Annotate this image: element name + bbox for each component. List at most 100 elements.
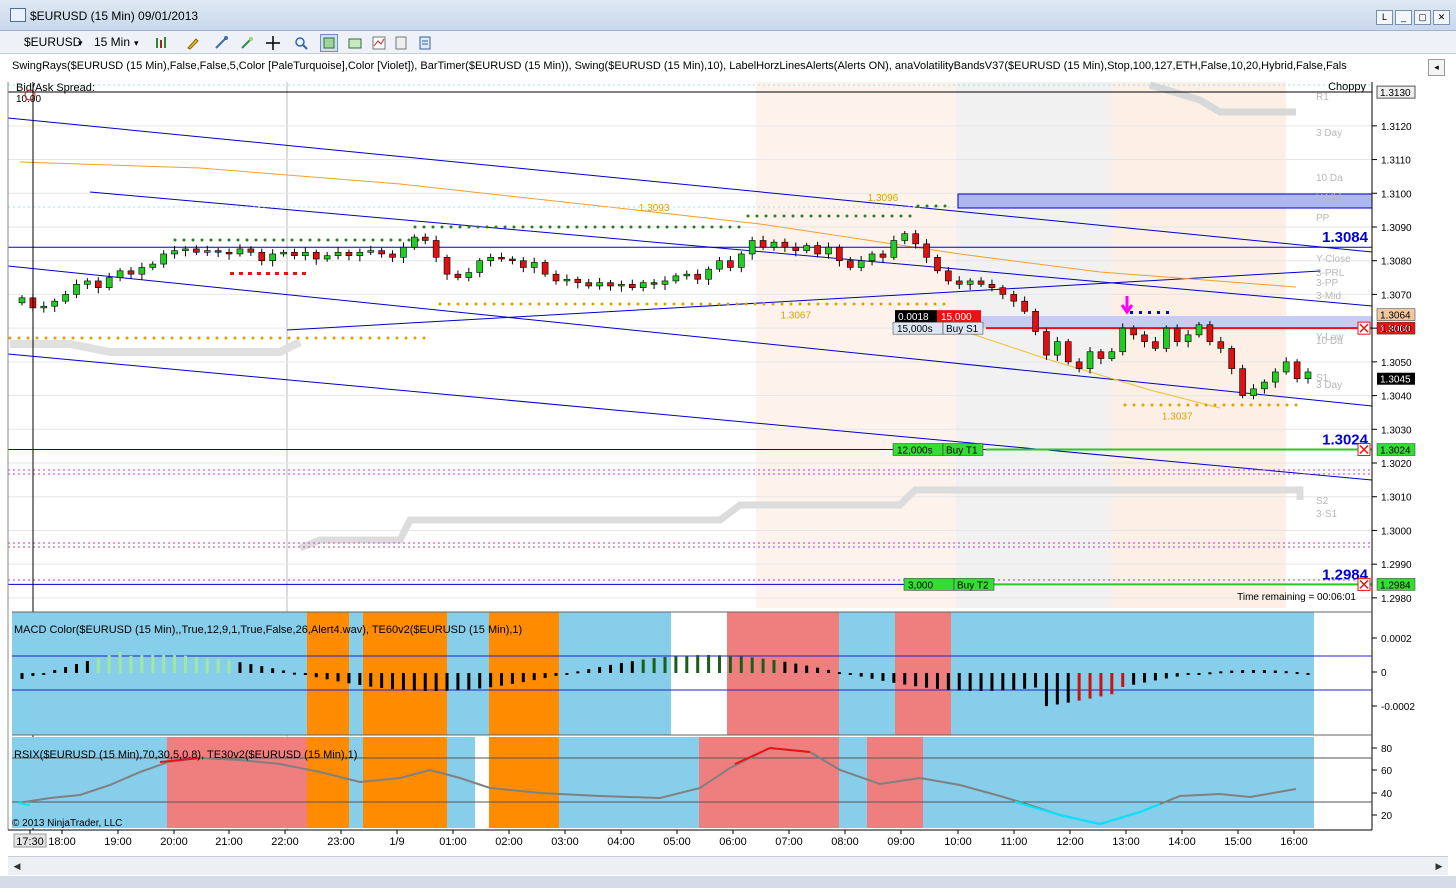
macd-bar bbox=[957, 673, 961, 691]
time-tick-label: 04:00 bbox=[607, 836, 635, 848]
macd-bar bbox=[489, 673, 493, 688]
macd-bar bbox=[1284, 671, 1288, 674]
swing-dot bbox=[422, 336, 426, 340]
macd-bar bbox=[728, 655, 732, 673]
macd-bar bbox=[1262, 670, 1266, 673]
candle-body bbox=[116, 270, 124, 278]
candle-body bbox=[552, 273, 560, 282]
macd-bar bbox=[391, 673, 395, 690]
macd-bar bbox=[42, 673, 46, 675]
candle-body bbox=[94, 280, 102, 288]
swing-dot bbox=[602, 225, 606, 229]
macd-bar bbox=[914, 673, 918, 687]
choppy-label: Choppy bbox=[1328, 81, 1366, 93]
candle-body bbox=[639, 282, 647, 288]
candle-body bbox=[323, 255, 331, 260]
macd-bar bbox=[1023, 673, 1027, 689]
swing-price-label: 1.3067 bbox=[780, 311, 811, 322]
candle-body bbox=[901, 233, 909, 241]
scroll-right-icon[interactable]: ▶ bbox=[1432, 859, 1446, 873]
macd-bar bbox=[1186, 673, 1190, 675]
swing-dot bbox=[1276, 403, 1280, 407]
candle-body bbox=[879, 253, 887, 258]
swing-dot bbox=[674, 225, 678, 229]
candle-body bbox=[62, 294, 69, 302]
swing-dot bbox=[710, 225, 714, 229]
macd-bar bbox=[412, 673, 416, 691]
pivot-label: Y-Close bbox=[1316, 254, 1351, 265]
macd-bar bbox=[1110, 673, 1114, 695]
swing-dot bbox=[359, 336, 363, 340]
swing-dot bbox=[467, 225, 471, 229]
horizontal-scrollbar[interactable]: ◀ ▶ bbox=[8, 856, 1448, 875]
candle-body bbox=[258, 251, 266, 262]
candle-body bbox=[1010, 294, 1018, 302]
candle-body bbox=[487, 257, 494, 262]
macd-bar bbox=[946, 673, 950, 690]
candle-body bbox=[193, 248, 200, 253]
macd-bar bbox=[1132, 673, 1136, 685]
swing-dash bbox=[1157, 311, 1160, 314]
swing-dot bbox=[407, 238, 411, 242]
macd-bar bbox=[925, 673, 929, 688]
swing-dot bbox=[825, 302, 829, 306]
swing-dot bbox=[546, 302, 550, 306]
macd-bar bbox=[467, 673, 471, 690]
swing-dot bbox=[1213, 403, 1217, 407]
scroll-left-icon[interactable]: ◀ bbox=[10, 859, 24, 873]
macd-bar bbox=[1175, 673, 1179, 677]
macd-bar bbox=[587, 669, 591, 673]
swing-dot bbox=[1123, 403, 1127, 407]
macd-bar bbox=[816, 667, 820, 673]
swing-dot bbox=[845, 214, 849, 218]
time-tick-label: 08:00 bbox=[831, 836, 859, 848]
macd-bar bbox=[456, 673, 460, 691]
macd-bar bbox=[314, 673, 318, 678]
swing-dot bbox=[314, 336, 318, 340]
swing-dot bbox=[1249, 403, 1253, 407]
swing-dot bbox=[326, 238, 330, 242]
price-tick-label: 1.3090 bbox=[1381, 223, 1412, 234]
swing-dot bbox=[413, 225, 417, 229]
chart-canvas[interactable]: 1.3084 1.3024 1.2984 1.3093 1.3096 1.3067 1.30… bbox=[0, 0, 1456, 888]
swing-dot bbox=[456, 302, 460, 306]
candle-body bbox=[334, 251, 342, 256]
swing-dot bbox=[173, 238, 177, 242]
swing-dot bbox=[872, 214, 876, 218]
swing-dot bbox=[438, 302, 442, 306]
swing-dot bbox=[125, 336, 129, 340]
time-tick-label: 12:00 bbox=[1056, 836, 1084, 848]
candle-body bbox=[574, 278, 582, 283]
swing-dot bbox=[71, 336, 75, 340]
swing-dot bbox=[852, 302, 856, 306]
candle-body bbox=[650, 282, 658, 285]
candle-body bbox=[912, 233, 919, 245]
candle-body bbox=[171, 250, 178, 255]
time-tick-label: 07:00 bbox=[775, 836, 803, 848]
candle-body bbox=[563, 278, 571, 282]
candle-body bbox=[683, 273, 691, 277]
swing-dot bbox=[1177, 403, 1181, 407]
macd-bar bbox=[990, 673, 994, 691]
swing-dot bbox=[681, 302, 685, 306]
candle-body bbox=[868, 253, 876, 262]
swing-dot bbox=[188, 336, 192, 340]
top-price-flag: 1.3130 bbox=[1380, 88, 1411, 99]
swing-dot bbox=[575, 225, 579, 229]
candle-body bbox=[1064, 341, 1072, 363]
swing-dot bbox=[836, 214, 840, 218]
candle-body bbox=[759, 240, 767, 248]
swing-dot bbox=[245, 238, 249, 242]
candle-body bbox=[1293, 361, 1301, 380]
candle-body bbox=[51, 300, 58, 307]
macd-bar bbox=[303, 673, 307, 675]
swing-dot bbox=[161, 336, 165, 340]
price-tick-label: 1.3040 bbox=[1381, 392, 1412, 403]
candle-body bbox=[476, 260, 484, 273]
candle-body bbox=[1043, 331, 1050, 356]
swing-dot bbox=[218, 238, 222, 242]
swing-dot bbox=[672, 302, 676, 306]
swing-dot bbox=[287, 336, 291, 340]
candle-body bbox=[203, 250, 211, 253]
swing-dot bbox=[389, 238, 393, 242]
